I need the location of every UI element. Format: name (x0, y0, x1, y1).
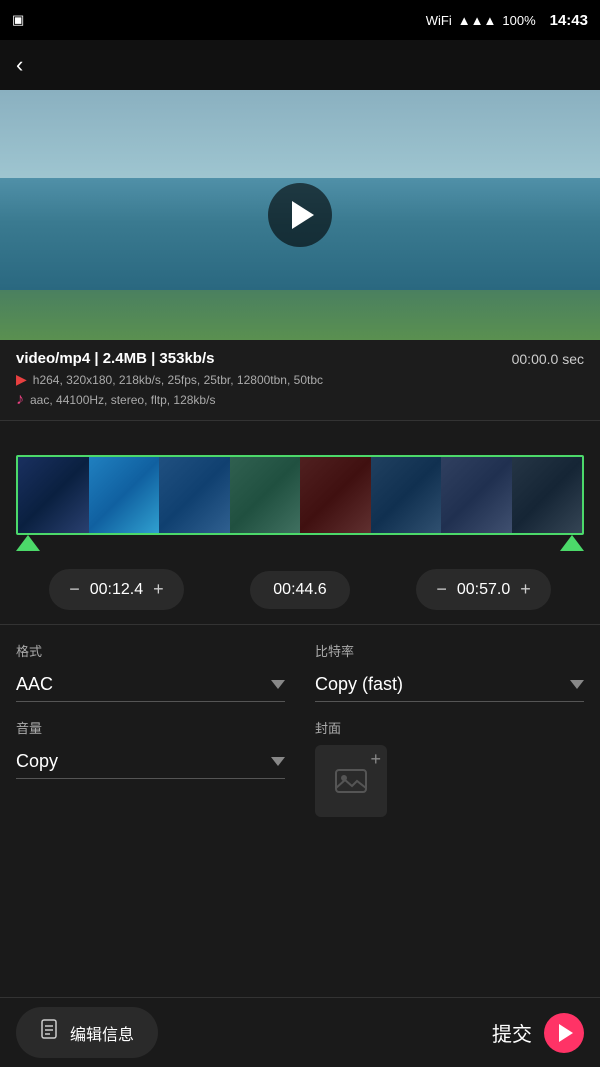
battery-status: 100% (502, 13, 535, 28)
play-icon (292, 201, 314, 229)
end-minus-button[interactable]: − (436, 579, 447, 600)
bitrate-value: Copy (fast) (315, 674, 403, 695)
cover-label: 封面 (315, 718, 584, 737)
video-info-panel: video/mp4 | 2.4MB | 353kb/s 00:00.0 sec … (0, 340, 600, 421)
marker-end[interactable] (560, 535, 584, 551)
thumbnail-6 (441, 457, 512, 533)
end-plus-button[interactable]: + (520, 579, 531, 600)
timeline-strip[interactable] (16, 455, 584, 535)
format-label: 格式 (16, 641, 285, 660)
video-shore (0, 290, 600, 340)
video-info-row: video/mp4 | 2.4MB | 353kb/s 00:00.0 sec (16, 350, 584, 367)
audio-codec-info: aac, 44100Hz, stereo, fltp, 128kb/s (30, 393, 215, 407)
signal-icon: ▲▲▲ (458, 13, 497, 28)
video-details-row: ▶ h264, 320x180, 218kb/s, 25fps, 25tbr, … (16, 371, 584, 388)
clock: 14:43 (550, 12, 588, 29)
marker-start[interactable] (16, 535, 40, 551)
submit-arrow-icon (544, 1013, 584, 1053)
image-icon (333, 763, 369, 799)
format-select[interactable]: AAC (16, 668, 285, 702)
timeline-top-marker (0, 433, 600, 451)
volume-label: 音量 (16, 718, 285, 737)
end-time-value: 00:57.0 (457, 581, 510, 599)
bottom-bar: 编辑信息 提交 (0, 997, 600, 1067)
submit-button[interactable]: 提交 (492, 1013, 584, 1053)
video-type-icon: ▶ (16, 371, 27, 388)
volume-setting: 音量 Copy (16, 718, 285, 817)
mid-time-value: 00:44.6 (250, 571, 350, 609)
back-button[interactable]: ‹ (16, 52, 23, 78)
cover-setting: 封面 + (315, 718, 584, 817)
thumbnail-3 (230, 457, 301, 533)
volume-select[interactable]: Copy (16, 745, 285, 779)
bitrate-dropdown-arrow (570, 680, 584, 689)
video-preview (0, 90, 600, 340)
cover-picker[interactable]: + (315, 745, 387, 817)
start-plus-button[interactable]: + (153, 579, 164, 600)
cover-plus-icon: + (370, 749, 381, 770)
bitrate-label: 比特率 (315, 641, 584, 660)
format-value: AAC (16, 674, 53, 695)
thumbnail-0 (18, 457, 89, 533)
edit-info-label: 编辑信息 (70, 1021, 134, 1045)
volume-value: Copy (16, 751, 58, 772)
video-sky (0, 90, 600, 178)
document-icon (40, 1019, 60, 1041)
audio-type-icon: ♪ (16, 391, 24, 409)
wifi-icon: WiFi (426, 13, 452, 28)
format-setting: 格式 AAC (16, 641, 285, 702)
settings-row-1: 格式 AAC 比特率 Copy (fast) (16, 641, 584, 702)
video-duration: 00:00.0 sec (512, 351, 584, 367)
video-title: video/mp4 | 2.4MB | 353kb/s (16, 350, 214, 367)
status-icons: WiFi ▲▲▲ 100% (426, 13, 536, 28)
settings-row-2: 音量 Copy 封面 + (16, 718, 584, 817)
time-controls: − 00:12.4 + 00:44.6 − 00:57.0 + (0, 559, 600, 620)
settings-area: 格式 AAC 比特率 Copy (fast) 音量 Copy 封面 + (0, 625, 600, 833)
end-time-control[interactable]: − 00:57.0 + (416, 569, 550, 610)
audio-details-row: ♪ aac, 44100Hz, stereo, fltp, 128kb/s (16, 391, 584, 409)
timeline-thumbnails (18, 457, 582, 533)
thumbnail-1 (89, 457, 160, 533)
bitrate-select[interactable]: Copy (fast) (315, 668, 584, 702)
timeline-area (0, 421, 600, 559)
edit-doc-icon (40, 1019, 60, 1046)
thumbnail-2 (159, 457, 230, 533)
submit-label: 提交 (492, 1018, 532, 1047)
start-time-control[interactable]: − 00:12.4 + (49, 569, 183, 610)
arrow-right-icon (559, 1024, 573, 1042)
format-dropdown-arrow (271, 680, 285, 689)
bitrate-setting: 比特率 Copy (fast) (315, 641, 584, 702)
thumbnail-4 (300, 457, 371, 533)
play-button[interactable] (268, 183, 332, 247)
status-bar: ▣ WiFi ▲▲▲ 100% 14:43 (0, 0, 600, 40)
thumbnail-5 (371, 457, 442, 533)
top-bar: ‹ (0, 40, 600, 90)
start-time-value: 00:12.4 (90, 581, 143, 599)
video-codec-info: h264, 320x180, 218kb/s, 25fps, 25tbr, 12… (33, 373, 323, 387)
volume-dropdown-arrow (271, 757, 285, 766)
edit-info-button[interactable]: 编辑信息 (16, 1007, 158, 1058)
timeline-bottom-markers (0, 535, 600, 551)
thumbnail-7 (512, 457, 583, 533)
start-minus-button[interactable]: − (69, 579, 80, 600)
app-icon: ▣ (12, 12, 24, 28)
